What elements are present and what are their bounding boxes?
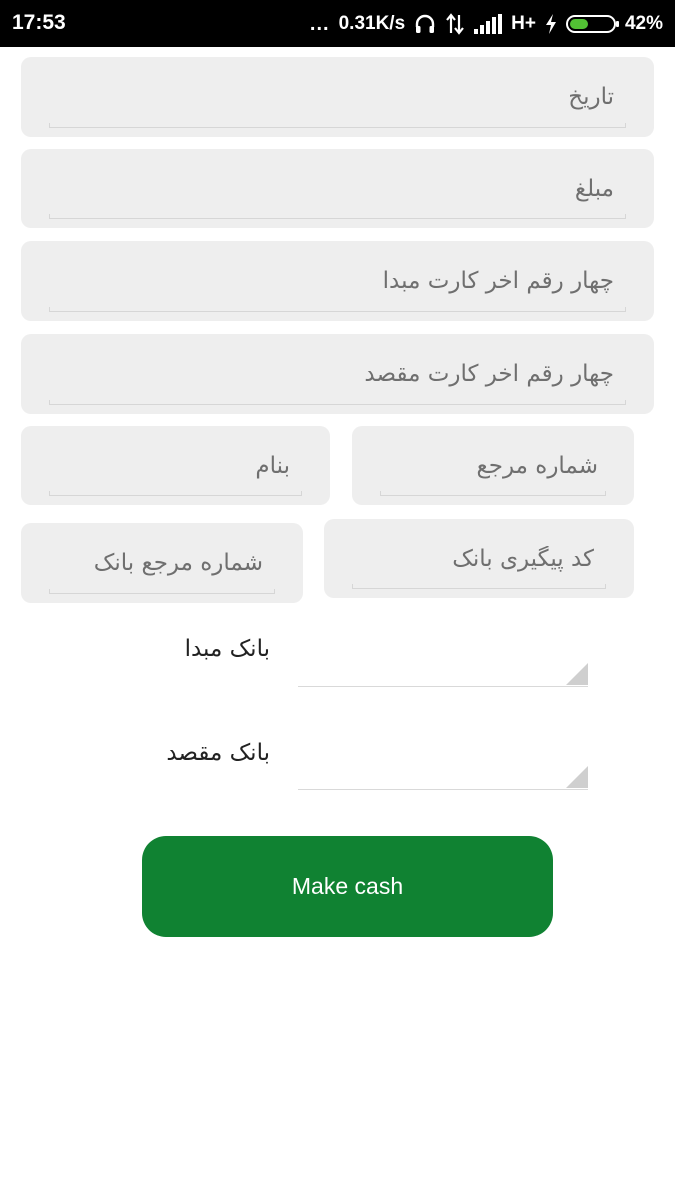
battery-tip [615, 21, 619, 27]
date-input[interactable] [21, 57, 654, 137]
battery-icon [565, 15, 619, 33]
date-field[interactable] [21, 57, 654, 137]
bank-tracking-code-input[interactable] [324, 519, 634, 598]
amount-field[interactable] [21, 149, 654, 228]
battery-fill [569, 19, 588, 29]
dest-card-last4-input[interactable] [21, 334, 654, 414]
source-card-underline [49, 307, 626, 312]
dest-card-field[interactable] [21, 334, 654, 414]
bank-reference-field[interactable] [21, 523, 303, 603]
source-card-last4-input[interactable] [21, 241, 654, 321]
name-input[interactable] [21, 426, 330, 505]
data-arrows-icon [446, 13, 464, 35]
date-underline [49, 123, 626, 128]
status-bar: 17:53 ... 0.31K/s H+ 42% [0, 0, 675, 47]
reference-number-input[interactable] [352, 426, 634, 505]
source-card-field[interactable] [21, 241, 654, 321]
bank-reference-number-input[interactable] [21, 523, 303, 603]
dest-bank-spinner[interactable] [298, 760, 588, 790]
source-bank-label: بانک مبدا [184, 636, 270, 662]
headset-icon [415, 14, 435, 33]
status-time: 17:53 [12, 11, 66, 34]
dropdown-icon [566, 766, 588, 788]
network-speed: 0.31K/s [338, 13, 406, 34]
bank-reference-underline [49, 589, 275, 594]
reference-number-underline [380, 491, 606, 496]
network-type: H+ [511, 13, 536, 34]
dest-card-underline [49, 400, 626, 405]
reference-number-field[interactable] [352, 426, 634, 505]
bank-tracking-underline [352, 584, 606, 589]
name-underline [49, 491, 302, 496]
status-icons: ... 0.31K/s H+ 42% [301, 11, 663, 37]
dest-bank-label: بانک مقصد [166, 740, 270, 766]
battery-percent: 42% [624, 13, 663, 34]
signal-icon [474, 14, 503, 34]
more-dots-icon: ... [309, 12, 330, 35]
charging-icon [545, 14, 556, 34]
dropdown-icon [566, 663, 588, 685]
amount-input[interactable] [21, 149, 654, 228]
amount-underline [49, 214, 626, 219]
make-cash-button[interactable]: Make cash [142, 836, 553, 937]
bank-tracking-field[interactable] [324, 519, 634, 598]
source-bank-spinner[interactable] [298, 657, 588, 687]
name-field[interactable] [21, 426, 330, 505]
